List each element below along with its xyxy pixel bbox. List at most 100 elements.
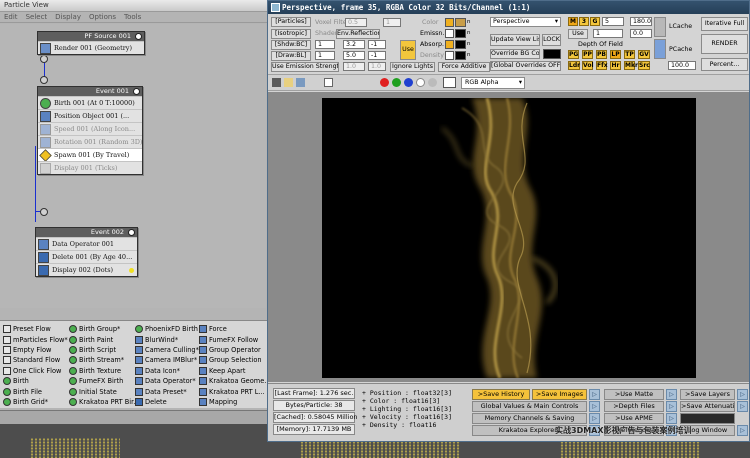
delete-operator[interactable]: Delete 001 (By Age 40... [36,250,137,263]
lcache-toggle[interactable] [654,17,666,37]
menu-tools[interactable]: Tools [124,13,141,21]
force-additive-button[interactable]: Force Additive [438,62,490,72]
ldr-button[interactable]: Ldr [568,61,580,70]
shadow-exp-spinner[interactable]: -1 [368,40,386,49]
g-button[interactable]: G [590,17,600,26]
gv-button[interactable]: GV [638,50,650,59]
bg-color-swatch[interactable] [543,49,561,59]
three-button[interactable]: 3 [579,17,589,26]
depot-item[interactable]: Birth Grid* [3,397,68,407]
emission-swatch[interactable] [455,29,466,38]
green-channel-icon[interactable] [392,78,401,87]
copy-icon[interactable] [284,78,293,87]
depot-item[interactable]: Birth File [3,386,68,396]
depot-item[interactable]: Data Preset* [135,386,199,396]
depot-item[interactable]: Preset Flow [3,324,68,334]
save-images-button[interactable]: >Save Images [532,389,587,400]
color-swatch[interactable] [455,18,466,27]
voxel-filter-spinner-b[interactable]: 1 [383,18,401,27]
env-reflection-button[interactable]: Env.Reflection [336,29,380,39]
depot-item[interactable]: Camera Culling* [135,345,199,355]
blue-channel-icon[interactable] [404,78,413,87]
percent-spinner[interactable]: 100.0 [668,61,696,70]
depot-item[interactable]: FumeFX Follow [199,334,271,344]
pb-button[interactable]: PB [596,50,607,59]
dof-distance-spinner[interactable]: 0.0 [630,29,652,38]
save-icon[interactable] [272,78,281,87]
node-toggle-icon[interactable] [128,229,135,236]
event1-input-port[interactable] [40,76,48,84]
tp-button[interactable]: TP [624,50,635,59]
node-toggle-icon[interactable] [133,88,140,95]
display-color-swatch[interactable] [129,268,134,273]
pcache-toggle[interactable] [654,39,666,59]
depot-item[interactable]: Group Operator [199,345,271,355]
depot-item[interactable]: BlurWind* [135,334,199,344]
density-swatch[interactable] [455,51,466,60]
position-object-operator[interactable]: Position Object 001 (... [38,109,142,122]
depot-item[interactable]: mParticles Flow* [3,334,68,344]
lock-button[interactable]: LOCK [542,34,561,46]
depot-item[interactable]: Krakatoa Geome... [199,376,271,386]
dof-spinner[interactable]: 1 [593,29,623,38]
depot-item[interactable]: Standard Flow [3,355,68,365]
iterative-full-button[interactable]: Iterative Full [701,17,748,31]
event-001-node[interactable]: Event 001 Birth 001 (At 0 T:10000) Posit… [37,86,143,175]
shadow-density-spinner[interactable]: 3.2 [343,40,365,49]
save-history-button[interactable]: >Save History [472,389,530,400]
mg-spinner[interactable]: 5 [602,17,624,26]
hr-button[interactable]: Hr [610,61,621,70]
draw-exp-spinner[interactable]: -1 [368,51,386,60]
save-attenuation-button[interactable]: >Save Attenuation [680,401,735,412]
global-values-button[interactable]: Global Values & Main Controls [472,401,587,412]
emission-toggle[interactable] [445,29,454,38]
depot-item[interactable]: Birth Texture [69,366,140,376]
channel-dropdown[interactable]: RGB Alpha ▾ [461,77,525,89]
mono-channel-icon[interactable] [428,78,437,87]
menu-options[interactable]: Options [89,13,116,21]
expand-arrow-icon[interactable]: ▷ [666,401,677,412]
depot-item[interactable]: Data Icon* [135,366,199,376]
depot-item[interactable]: PhoenixFD Birth [135,324,199,334]
voxel-filter-spinner[interactable]: 0.5 [345,18,367,27]
draw-spinner[interactable]: 1 [315,51,335,60]
particle-view-canvas[interactable]: PF Source 001 Render 001 (Geometry) Even… [0,24,266,308]
shadow-button[interactable]: [Shdw:BC] [271,40,311,50]
expand-arrow-icon[interactable]: ▷ [737,425,748,436]
depot-item[interactable]: FumeFX Birth [69,376,140,386]
save-layers-button[interactable]: >Save Layers [680,389,735,400]
menu-display[interactable]: Display [55,13,81,21]
emission-strength-spinner[interactable]: 1.0 [343,62,365,71]
expand-arrow-icon[interactable]: ▷ [589,413,600,424]
absorption-swatch[interactable] [455,40,466,49]
spawn-operator[interactable]: Spawn 001 (By Travel) [38,148,142,162]
pf-source-node[interactable]: PF Source 001 Render 001 (Geometry) [37,31,145,55]
use-emission-strength-button[interactable]: Use Emission Strength [271,62,339,72]
use-matte-button[interactable]: >Use Matte [604,389,664,400]
depot-item[interactable]: Initial State [69,386,140,396]
depot-item[interactable]: Birth Script [69,345,140,355]
swatch-icon[interactable] [443,77,456,88]
particles-button[interactable]: [Particles] [271,17,311,27]
mkr-button[interactable]: Mkr [624,61,638,70]
use-apme-button[interactable]: >Use APME [604,413,664,424]
node-toggle-icon[interactable] [135,33,142,40]
pcache-label[interactable]: PCache [669,45,692,54]
menu-select[interactable]: Select [26,13,48,21]
draw-button[interactable]: [Draw:BL] [271,51,311,61]
red-channel-icon[interactable] [380,78,389,87]
depot-item[interactable]: Camera IMBlur* [135,355,199,365]
expand-arrow-icon[interactable]: ▷ [737,389,748,400]
expand-arrow-icon[interactable]: ▷ [737,401,748,412]
data-operator[interactable]: Data Operator 001 [36,237,137,250]
speed-operator[interactable]: Speed 001 (Along Icon... [38,122,142,135]
display-operator-2[interactable]: Display 002 (Dots) [36,263,137,276]
lp-button[interactable]: LP [610,50,621,59]
expand-arrow-icon[interactable]: ▷ [589,389,600,400]
depot-item[interactable]: Force [199,324,271,334]
percent-button[interactable]: Percent... [701,58,748,71]
mg-angle-spinner[interactable]: 180.0 [630,17,652,26]
depot-item[interactable]: Group Selection [199,355,271,365]
depot-item[interactable]: Birth Group* [69,324,140,334]
lcache-label[interactable]: LCache [669,22,692,31]
